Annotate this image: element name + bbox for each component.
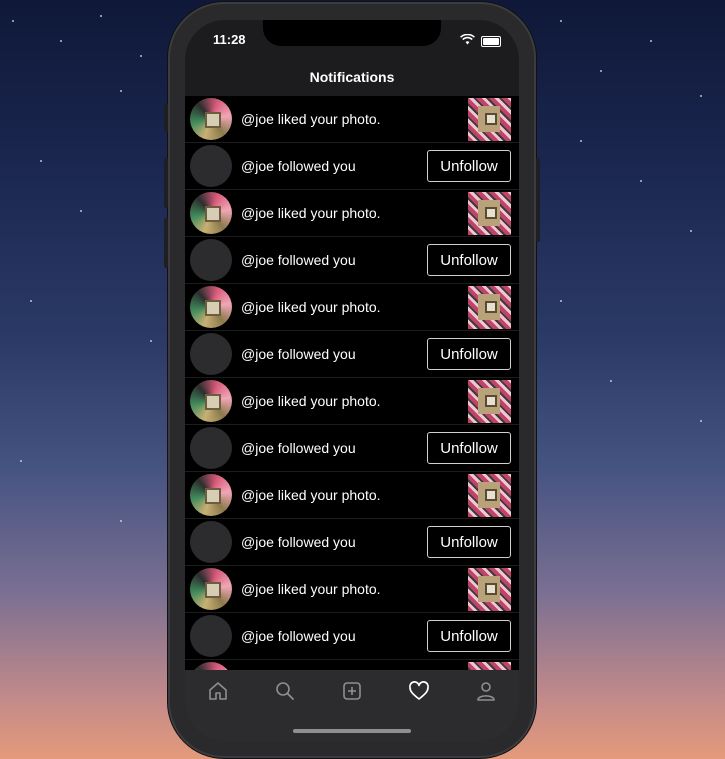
- notification-text: @joe liked your photo.: [241, 299, 381, 315]
- side-button: [536, 158, 540, 242]
- avatar[interactable]: [190, 333, 232, 375]
- notification-row[interactable]: @joe followed you Unfollow: [185, 613, 519, 660]
- notification-text: @joe liked your photo.: [241, 487, 381, 503]
- notification-row[interactable]: @joe followed you Unfollow: [185, 237, 519, 284]
- avatar[interactable]: [190, 145, 232, 187]
- notification-row[interactable]: @joe followed you Unfollow: [185, 425, 519, 472]
- post-thumbnail[interactable]: [468, 661, 511, 670]
- avatar[interactable]: [190, 192, 232, 234]
- post-thumbnail[interactable]: [468, 285, 511, 329]
- unfollow-button[interactable]: Unfollow: [427, 432, 511, 464]
- notification-text: @joe followed you: [241, 252, 356, 268]
- unfollow-button[interactable]: Unfollow: [427, 620, 511, 652]
- wifi-icon: [460, 32, 475, 50]
- side-button: [164, 218, 168, 268]
- notification-row[interactable]: @joe liked your photo.: [185, 96, 519, 143]
- tab-home[interactable]: [205, 678, 231, 704]
- page-title: Notifications: [309, 69, 395, 85]
- notification-row[interactable]: @joe followed you Unfollow: [185, 331, 519, 378]
- side-button: [164, 104, 168, 132]
- avatar[interactable]: [190, 286, 232, 328]
- notification-text: @joe followed you: [241, 440, 356, 456]
- notification-row[interactable]: @joe followed you Unfollow: [185, 519, 519, 566]
- unfollow-button[interactable]: Unfollow: [427, 338, 511, 370]
- notification-row[interactable]: @joe liked your photo.: [185, 566, 519, 613]
- notch: [263, 20, 441, 46]
- side-button: [164, 158, 168, 208]
- post-thumbnail[interactable]: [468, 191, 511, 235]
- notification-row[interactable]: @joe liked your photo.: [185, 190, 519, 237]
- status-time: 11:28: [213, 32, 246, 47]
- notification-row[interactable]: @joe followed you Unfollow: [185, 143, 519, 190]
- app-screen: 11:28 Notifications @joe liked your phot…: [185, 20, 519, 742]
- avatar[interactable]: [190, 662, 232, 670]
- tab-profile[interactable]: [473, 678, 499, 704]
- notifications-list[interactable]: @joe liked your photo. @joe followed you U…: [185, 96, 519, 670]
- tab-notifications[interactable]: [406, 678, 432, 704]
- home-icon: [209, 682, 227, 700]
- unfollow-button[interactable]: Unfollow: [427, 526, 511, 558]
- notification-row[interactable]: @joe liked your photo.: [185, 472, 519, 519]
- status-icons: [460, 32, 501, 50]
- notification-text: @joe followed you: [241, 534, 356, 550]
- notification-row[interactable]: @joe liked your photo.: [185, 378, 519, 425]
- post-thumbnail[interactable]: [468, 567, 511, 611]
- post-thumbnail[interactable]: [468, 379, 511, 423]
- notification-row[interactable]: [185, 660, 519, 670]
- unfollow-button[interactable]: Unfollow: [427, 244, 511, 276]
- tab-add[interactable]: [339, 678, 365, 704]
- notification-text: @joe followed you: [241, 628, 356, 644]
- avatar[interactable]: [190, 98, 232, 140]
- notification-text: @joe liked your photo.: [241, 111, 381, 127]
- avatar[interactable]: [190, 474, 232, 516]
- avatar[interactable]: [190, 521, 232, 563]
- notification-row[interactable]: @joe liked your photo.: [185, 284, 519, 331]
- person-icon: [477, 682, 495, 701]
- avatar[interactable]: [190, 380, 232, 422]
- notification-text: @joe liked your photo.: [241, 581, 381, 597]
- unfollow-button[interactable]: Unfollow: [427, 150, 511, 182]
- home-indicator[interactable]: [293, 729, 411, 733]
- heart-icon: [409, 681, 429, 700]
- battery-icon: [481, 35, 501, 47]
- avatar[interactable]: [190, 427, 232, 469]
- notification-text: @joe liked your photo.: [241, 393, 381, 409]
- avatar[interactable]: [190, 568, 232, 610]
- avatar[interactable]: [190, 615, 232, 657]
- notification-text: @joe followed you: [241, 346, 356, 362]
- add-post-icon: [343, 682, 361, 700]
- notification-text: @joe followed you: [241, 158, 356, 174]
- tab-search[interactable]: [272, 678, 298, 704]
- post-thumbnail[interactable]: [468, 473, 511, 517]
- notification-text: @joe liked your photo.: [241, 205, 381, 221]
- search-icon: [276, 682, 294, 700]
- avatar[interactable]: [190, 239, 232, 281]
- post-thumbnail[interactable]: [468, 97, 511, 141]
